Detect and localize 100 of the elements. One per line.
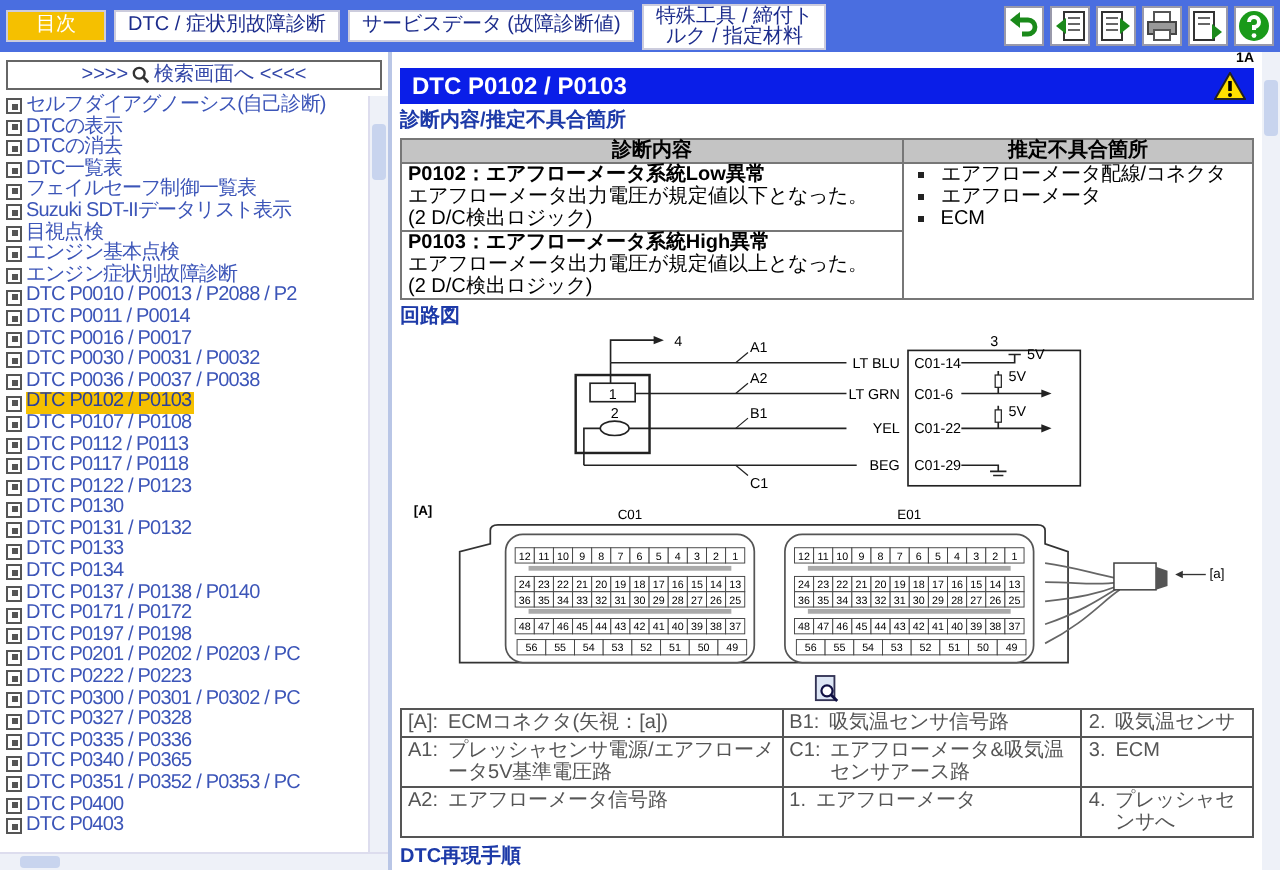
pin-label: C01-14 bbox=[913, 355, 961, 372]
nav-tab[interactable]: 特殊工具 / 締付トルク / 指定材料 bbox=[642, 3, 827, 49]
wire-label: B1 bbox=[749, 406, 767, 423]
legend-text: プレッシャセンサ電源/エアフローメータ5V基準電圧路 bbox=[448, 740, 776, 784]
tree-item[interactable]: 目視点検 bbox=[26, 223, 105, 245]
tree-item[interactable]: DTC P0102 / P0103 bbox=[26, 392, 194, 414]
bullet-icon bbox=[918, 172, 925, 178]
arrow bbox=[1175, 570, 1207, 579]
tree-item[interactable]: DTC P0351 / P0352 / P0353 / PC bbox=[26, 774, 302, 796]
wire-tick bbox=[734, 417, 748, 429]
search-icon bbox=[132, 66, 151, 84]
tree-item[interactable]: DTC P0030 / P0031 / P0032 bbox=[26, 350, 262, 372]
wire-color-label: LT BLU bbox=[851, 355, 899, 372]
wire-color-label: LT GRN bbox=[847, 386, 899, 403]
tree-item[interactable]: DTC P0300 / P0301 / P0302 / PC bbox=[26, 689, 302, 711]
column-header: 診断内容 bbox=[401, 139, 904, 163]
tree-item[interactable]: DTC P0222 / P0223 bbox=[26, 668, 194, 690]
component-outline bbox=[573, 373, 650, 455]
tree-item[interactable]: DTC P0400 bbox=[26, 795, 126, 817]
cause-text: エアフローメータ bbox=[940, 186, 1101, 208]
legend-text: 吸気温センサ bbox=[1115, 712, 1236, 734]
tree-item[interactable]: DTC P0112 / P0113 bbox=[26, 435, 191, 457]
export-icon[interactable] bbox=[1188, 6, 1228, 46]
next-page-icon[interactable] bbox=[1096, 6, 1136, 46]
cause-text: エアフローメータ配線/コネクタ bbox=[940, 164, 1227, 186]
legend-key: C1: bbox=[789, 740, 821, 784]
section-heading: 回路図 bbox=[400, 306, 462, 330]
wire-tick bbox=[734, 351, 748, 364]
tree-item[interactable]: DTCの消去 bbox=[26, 138, 125, 160]
condition-text: (2 D/C検出ロジック) bbox=[408, 276, 595, 298]
legend-key: 4. bbox=[1088, 790, 1106, 834]
legend-text: 吸気温センサ信号路 bbox=[829, 712, 1010, 734]
component-number: 2 bbox=[609, 406, 618, 423]
tree-item[interactable]: DTC P0335 / P0336 bbox=[26, 731, 194, 753]
page-title: DTC P0102 / P0103 bbox=[412, 72, 627, 100]
tree-item[interactable]: DTC P0327 / P0328 bbox=[26, 710, 194, 732]
tree-item[interactable]: エンジン基本点検 bbox=[26, 244, 182, 266]
tree-item[interactable]: DTC P0134 bbox=[26, 562, 126, 584]
legend-text: エアフローメータ&吸気温センサアース路 bbox=[830, 740, 1066, 784]
legend-key: 1. bbox=[789, 790, 807, 812]
print-icon[interactable] bbox=[1142, 6, 1182, 46]
pull-up-drawing bbox=[959, 353, 1021, 364]
tree-item[interactable]: DTC P0130 bbox=[26, 498, 126, 520]
back-icon[interactable] bbox=[1004, 6, 1044, 46]
tree-item[interactable]: DTC一覧表 bbox=[26, 159, 125, 181]
tree-item[interactable]: DTC P0036 / P0037 / P0038 bbox=[26, 371, 262, 393]
legend-key: A1: bbox=[408, 740, 439, 784]
nav-tab[interactable]: サービスデータ (故障診断値) bbox=[347, 10, 635, 42]
legend-text: プレッシャセンサへ bbox=[1115, 790, 1238, 834]
tree-item[interactable]: DTC P0340 / P0365 bbox=[26, 752, 194, 774]
tree-item[interactable]: DTC P0197 / P0198 bbox=[26, 625, 194, 647]
voltage-label: 5V bbox=[1025, 346, 1044, 363]
condition-title: P0102：エアフローメータ系統Low異常 bbox=[408, 164, 768, 186]
tree-item[interactable]: DTC P0122 / P0123 bbox=[26, 477, 194, 499]
tree-item[interactable]: DTC P0171 / P0172 bbox=[26, 604, 194, 626]
tree-item[interactable]: DTC P0011 / P0014 bbox=[26, 307, 192, 330]
legend-key: B1: bbox=[789, 712, 820, 734]
legend-text: エアフローメータ信号路 bbox=[448, 790, 669, 812]
wire-label: A2 bbox=[749, 371, 767, 388]
column-header: 推定不具合箇所 bbox=[903, 139, 1253, 163]
section-heading: 診断内容/推定不具合箇所 bbox=[400, 110, 628, 134]
condition-title: P0103：エアフローメータ系統High異常 bbox=[408, 232, 773, 254]
legend-key: A2: bbox=[408, 790, 439, 812]
help-icon[interactable] bbox=[1234, 6, 1274, 46]
scrollbar[interactable] bbox=[368, 96, 388, 852]
tree-item[interactable]: DTC P0131 / P0132 bbox=[26, 519, 194, 541]
wire-color-label: YEL bbox=[871, 421, 899, 438]
tree-item[interactable]: DTC P0201 / P0202 / P0203 / PC bbox=[26, 646, 302, 669]
element-box bbox=[588, 382, 635, 403]
wire-color-label: BEG bbox=[868, 458, 899, 475]
previous-page-icon[interactable] bbox=[1050, 6, 1090, 46]
wire-label: A1 bbox=[749, 340, 767, 357]
tree-item[interactable]: DTC P0117 / P0118 bbox=[26, 456, 191, 478]
wire-harness-drawing bbox=[1044, 562, 1168, 645]
oval-symbol bbox=[598, 420, 629, 437]
condition-text: エアフローメータ出力電圧が規定値以下となった。 bbox=[408, 186, 870, 208]
scrollbar[interactable] bbox=[0, 852, 388, 870]
tree-item[interactable]: DTC P0107 / P0108 bbox=[26, 413, 194, 435]
pin-label: C01-29 bbox=[913, 458, 961, 475]
condition-text: エアフローメータ出力電圧が規定値以上となった。 bbox=[408, 254, 870, 276]
zoom-icon[interactable] bbox=[814, 674, 840, 704]
tree-item[interactable]: DTC P0016 / P0017 bbox=[26, 329, 194, 351]
tree-item[interactable]: DTC P0133 bbox=[26, 540, 126, 563]
legend-key: 3. bbox=[1088, 740, 1106, 762]
cause-text: ECM bbox=[940, 208, 986, 230]
tree-item[interactable]: DTC P0403 bbox=[26, 816, 126, 838]
tree-item[interactable]: DTC P0010 / P0013 / P2088 / P2 bbox=[26, 286, 299, 308]
tree-item[interactable]: DTC P0137 / P0138 / P0140 bbox=[26, 583, 262, 605]
arrow bbox=[608, 336, 663, 364]
condition-text: (2 D/C検出ロジック) bbox=[408, 208, 595, 230]
nav-tab[interactable]: DTC / 症状別故障診断 bbox=[114, 10, 340, 42]
bullet-icon bbox=[918, 194, 925, 200]
tree-item[interactable]: フェイルセーフ制御一覧表 bbox=[26, 180, 259, 202]
scrollbar[interactable] bbox=[1262, 52, 1280, 870]
wire-label: C1 bbox=[749, 475, 768, 492]
legend-text: ECMコネクタ(矢視：[a]) bbox=[448, 712, 669, 734]
tree-item[interactable]: エンジン症状別故障診断 bbox=[26, 265, 240, 287]
search-button[interactable]: >>>> 検索画面へ <<<< bbox=[6, 60, 382, 90]
tree-item[interactable]: セルフダイアグノーシス(自己診断) bbox=[26, 96, 328, 118]
tree-item[interactable]: Suzuki SDT-IIデータリスト表示 bbox=[26, 201, 294, 224]
